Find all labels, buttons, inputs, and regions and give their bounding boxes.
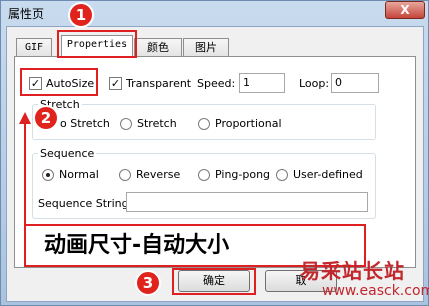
transparent-label: Transparent: [126, 77, 192, 90]
title-bar: 属性页 X: [0, 0, 429, 26]
sequence-string-label: Sequence String:: [38, 197, 133, 210]
userdefined-radio[interactable]: [276, 169, 288, 181]
sequence-legend: Sequence: [38, 147, 97, 160]
autosize-label: AutoSize: [46, 77, 95, 90]
loop-input[interactable]: 0: [331, 73, 379, 93]
sequence-option-reverse: Reverse: [136, 168, 181, 181]
speed-input[interactable]: 1: [239, 73, 285, 93]
reverse-radio[interactable]: [119, 169, 131, 181]
transparent-checkbox[interactable]: ✓: [109, 77, 122, 90]
autosize-checkbox[interactable]: ✓: [29, 77, 42, 90]
tab-highlight: [57, 30, 137, 58]
normal-radio[interactable]: [42, 169, 54, 181]
proportional-radio[interactable]: [198, 118, 210, 130]
tab-gif[interactable]: GIF: [16, 38, 52, 57]
site-watermark: 易采站长站 www.easck.com: [300, 255, 429, 306]
watermark-url: www.easck.com: [322, 283, 429, 299]
tab-pictures[interactable]: 图片: [183, 38, 229, 57]
speed-label: Speed:: [197, 77, 236, 90]
sequence-option-userdefined: User-defined: [293, 168, 363, 181]
step-badge-1: 1: [68, 2, 94, 28]
stretch-option-proportional: Proportional: [215, 117, 282, 130]
annotation-arrow-head: [19, 112, 31, 124]
sequence-string-input[interactable]: [126, 192, 368, 212]
ok-button[interactable]: 确定: [178, 270, 250, 292]
loop-label: Loop:: [299, 77, 330, 90]
close-button[interactable]: X: [385, 1, 425, 19]
sequence-option-normal: Normal: [59, 168, 99, 181]
watermark-logo-text: 易采站长站: [300, 259, 405, 283]
pingpong-radio[interactable]: [198, 169, 210, 181]
stretch-radio[interactable]: [120, 118, 132, 130]
annotation-arrow-shaft: [24, 122, 26, 226]
window-title: 属性页: [8, 7, 45, 21]
sequence-option-pingpong: Ping-pong: [215, 168, 271, 181]
stretch-option-no-stretch[interactable]: o Stretch: [60, 117, 110, 130]
stretch-option-stretch: Stretch: [137, 117, 177, 130]
step-badge-2: 2: [33, 105, 59, 131]
step-badge-3: 3: [135, 270, 161, 296]
tab-colors[interactable]: 颜色: [134, 38, 182, 57]
